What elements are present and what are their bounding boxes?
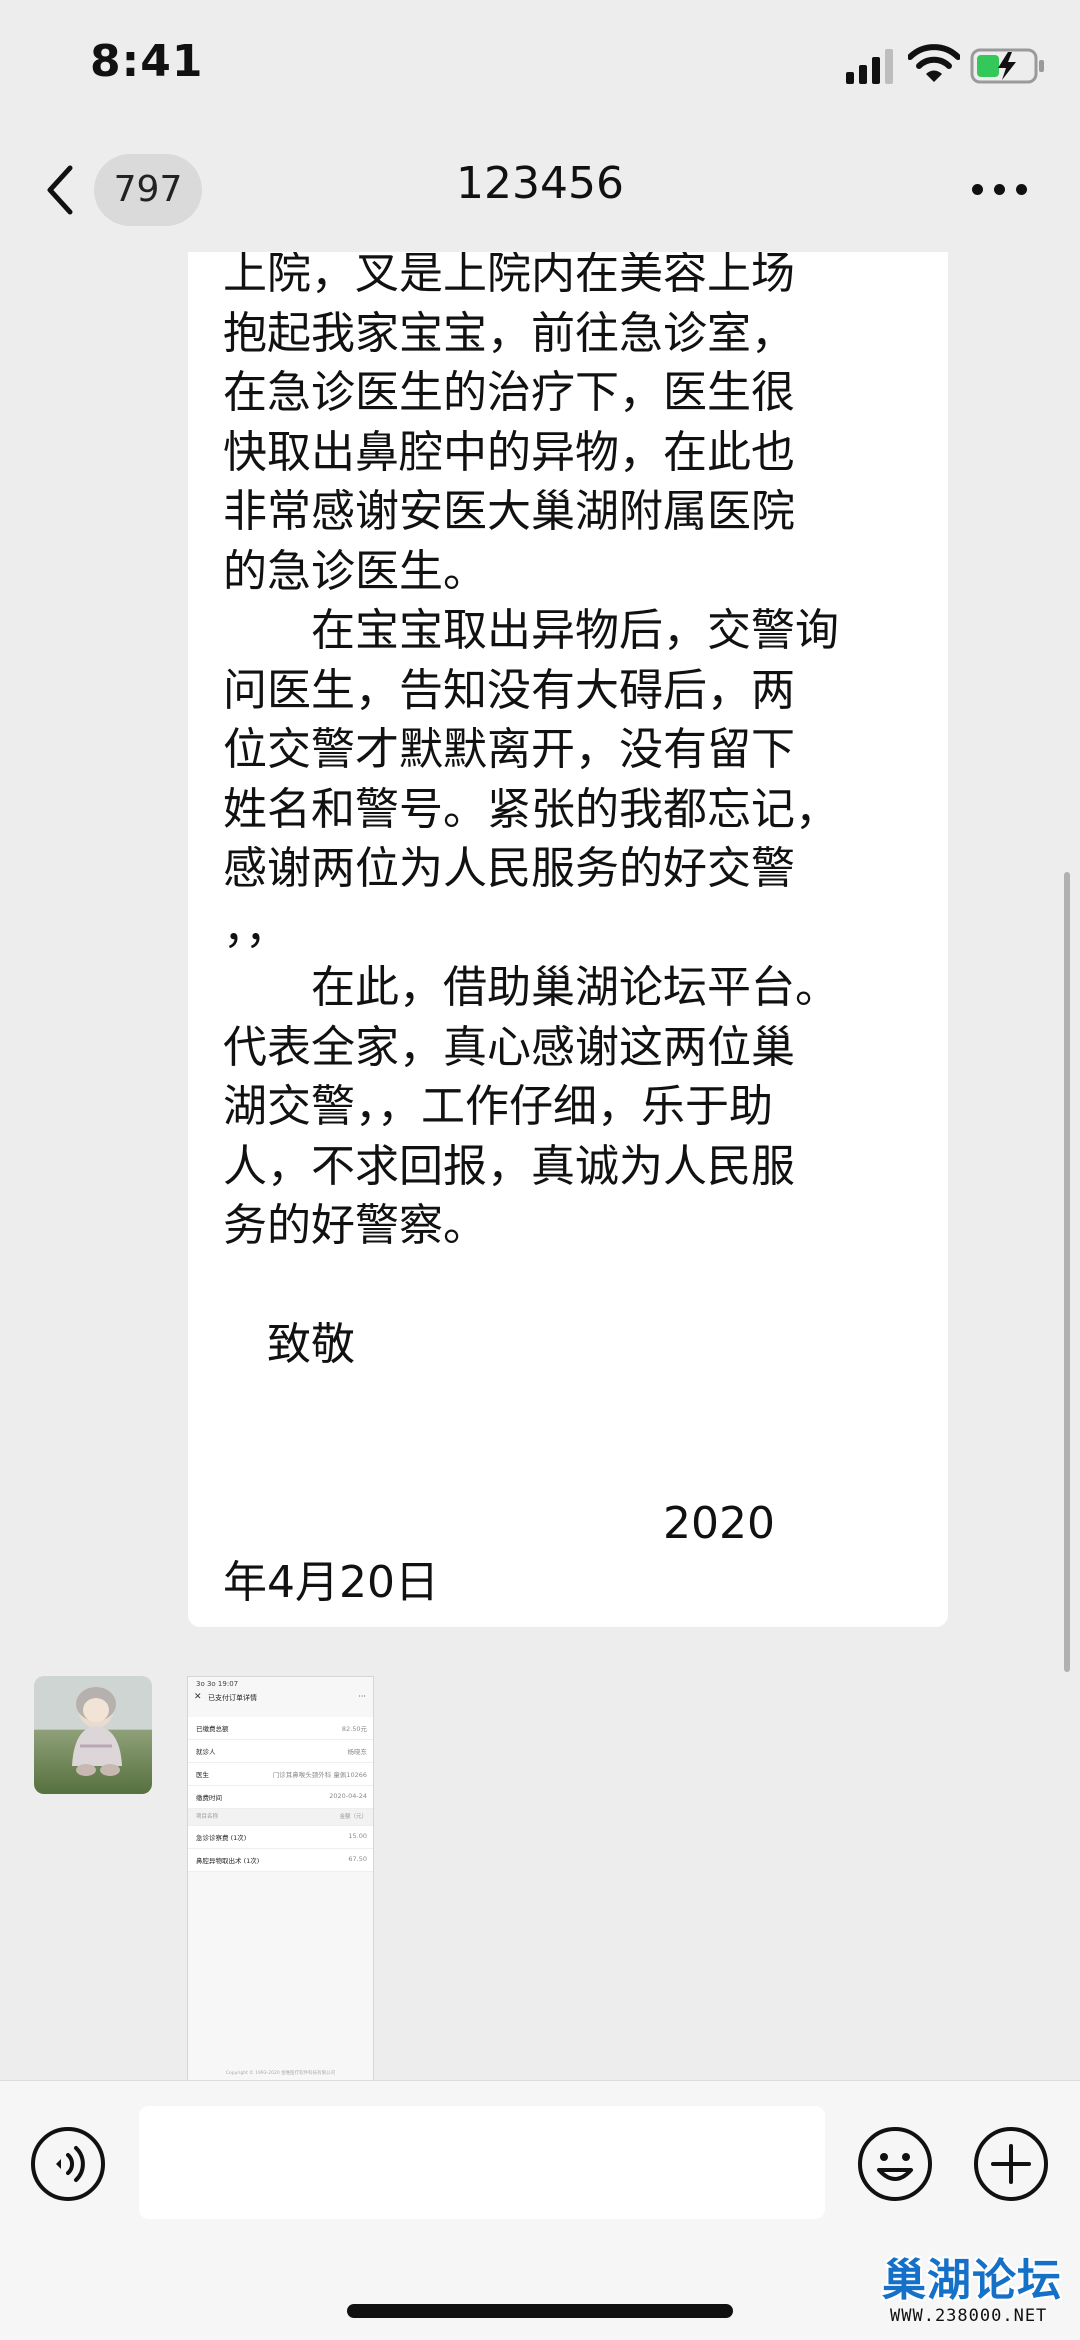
message-text: 上院，叉是上院内在美容上场 抱起我家宝宝，前往急诊室， 在急诊医生的治疗下，医生… (223, 252, 839, 1608)
watermark-url: WWW.238000.NET (890, 2306, 1048, 2326)
nav-bar: 797 123456 (0, 130, 1080, 252)
row-label: 急诊诊察费 (1次) (196, 1834, 247, 1842)
plus-icon[interactable] (973, 2126, 1049, 2202)
scroll-indicator (1064, 872, 1070, 1672)
row-value: 67.50 (348, 1855, 367, 1863)
image-message[interactable]: 3o 3o 19:07 ✕ 已支付订单详情 ··· 已缴费总额 82.50元 就… (187, 1676, 374, 2080)
row-value: 2020-04-24 (329, 1792, 367, 1800)
screenshot-footer: Copyright © 1993-2020 金唯医疗软件科技有限公司 (225, 2071, 336, 2076)
status-time: 8:41 (90, 36, 204, 87)
items-header-row: 项目名称 金额（元） (188, 1809, 373, 1826)
home-indicator[interactable] (347, 2304, 733, 2318)
row-label: 已缴费总额 (196, 1725, 229, 1733)
more-dots-icon: ··· (358, 1692, 366, 1701)
row-value: 金额（元） (339, 1814, 367, 1820)
order-row: 就诊人 杨晓东 (188, 1740, 373, 1763)
message-input[interactable] (139, 2106, 825, 2219)
screenshot-status-time: 3o 3o 19:07 (196, 1680, 239, 1688)
avatar[interactable] (34, 1676, 152, 1794)
screenshot-title: 已支付订单详情 (208, 1694, 257, 1702)
watermark-logo: 巢湖论坛 (882, 2255, 1062, 2306)
signal-icon (846, 49, 893, 84)
item-row: 鼻腔异物取出术 (1次) 67.50 (188, 1849, 373, 1872)
wifi-icon (908, 44, 960, 82)
row-label: 缴费时间 (196, 1794, 222, 1802)
screenshot-header: ✕ 已支付订单详情 ··· (194, 1692, 366, 1706)
more-dots-icon[interactable] (970, 180, 1030, 200)
voice-icon[interactable] (30, 2126, 106, 2202)
order-row: 缴费时间 2020-04-24 (188, 1786, 373, 1809)
text-message-bubble[interactable]: 上院，叉是上院内在美容上场 抱起我家宝宝，前往急诊室， 在急诊医生的治疗下，医生… (188, 252, 948, 1627)
item-row: 急诊诊察费 (1次) 15.00 (188, 1826, 373, 1849)
chat-title: 123456 (456, 158, 624, 209)
order-row: 医生 门诊耳鼻喉头颈外科 童佩10266 (188, 1763, 373, 1786)
row-value: 门诊耳鼻喉头颈外科 童佩10266 (272, 1771, 367, 1779)
row-value: 82.50元 (341, 1725, 367, 1733)
row-label: 项目名称 (196, 1814, 219, 1820)
order-row: 已缴费总额 82.50元 (188, 1717, 373, 1740)
row-value: 15.00 (348, 1832, 367, 1840)
close-icon: ✕ (194, 1692, 202, 1702)
battery-charging-icon (970, 48, 1044, 84)
status-bar: 8:41 (0, 0, 1080, 130)
row-label: 鼻腔异物取出术 (1次) (196, 1857, 260, 1865)
row-label: 医生 (196, 1771, 209, 1779)
baby-photo-icon (72, 1687, 122, 1776)
row-label: 就诊人 (196, 1748, 216, 1756)
forum-watermark: 巢湖论坛 WWW.238000.NET (876, 2244, 1076, 2336)
emoji-icon[interactable] (857, 2126, 933, 2202)
chat-messages[interactable]: 上院，叉是上院内在美容上场 抱起我家宝宝，前往急诊室， 在急诊医生的治疗下，医生… (0, 252, 1080, 2080)
row-value: 杨晓东 (347, 1748, 368, 1756)
